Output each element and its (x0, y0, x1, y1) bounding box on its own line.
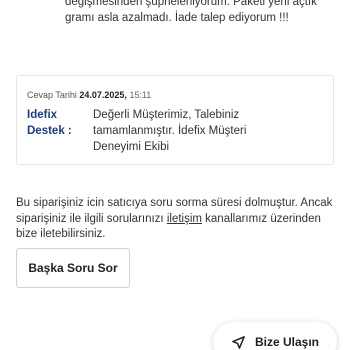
order-question-page: değişmesinden şüpheleniyorum. Paketi yen… (0, 0, 350, 350)
reply-text-line: tamamlanmıştır. İdefix Müşteri (93, 125, 247, 137)
reply-author-role: Destek : (27, 125, 72, 137)
reply-time-value: 15:11 (129, 90, 152, 100)
customer-message-line: değişmesinden şüpheleniyorum. Paketi yen… (65, 0, 317, 8)
question-period-notice: Bu siparişiniz icin satıcıya soru sorma … (16, 196, 336, 243)
reply-text-line: Deneyimi Ekibi (93, 141, 170, 153)
reply-text-line: Değerli Müşterimiz, Talebiniz (93, 109, 240, 121)
seller-reply-card: Cevap Tarihi 24.07.2025, 15:11 Idefix De… (16, 75, 334, 165)
contact-us-button[interactable]: Bize Ulaşın (213, 322, 337, 350)
reply-date-value: 24.07.2025, (79, 90, 127, 100)
contact-channels-link[interactable]: iletişim (167, 213, 202, 225)
reply-text: Değerli Müşterimiz, Talebiniz tamamlanmı… (93, 107, 273, 155)
contact-us-label: Bize Ulaşın (254, 335, 320, 349)
reply-author: Idefix Destek : (27, 107, 87, 139)
reply-author-name: Idefix (27, 109, 58, 121)
customer-message-line: gramı asla azalmadı. İade talep ediyorum… (65, 12, 289, 24)
reply-date: Cevap Tarihi 24.07.2025, 15:11 (27, 89, 151, 101)
customer-message: değişmesinden şüpheleniyorum. Paketi yen… (65, 0, 335, 26)
reply-date-label: Cevap Tarihi (27, 90, 77, 100)
send-arrow-icon (231, 335, 246, 350)
ask-another-question-button[interactable]: Başka Soru Sor (16, 248, 130, 288)
